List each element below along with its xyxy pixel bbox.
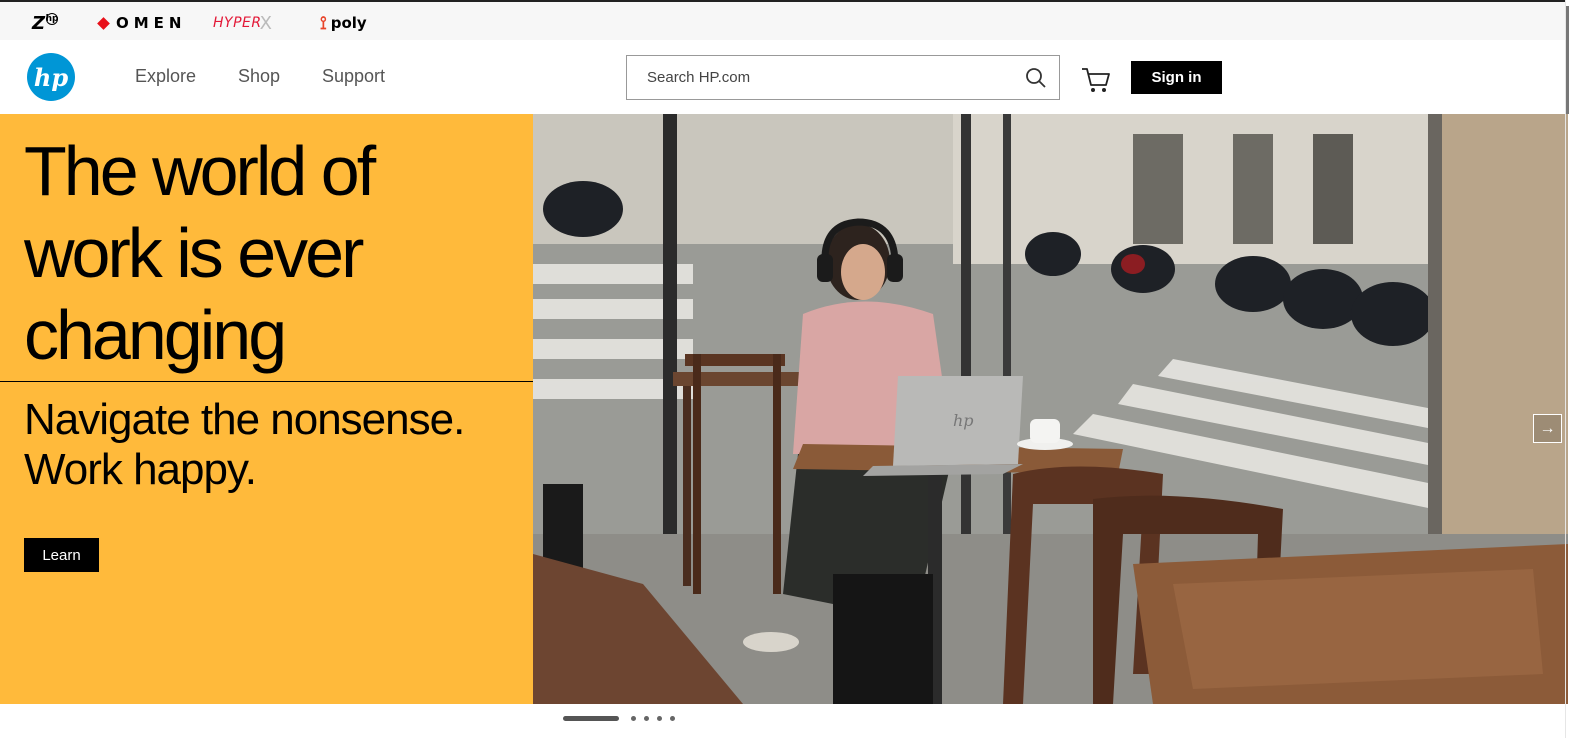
hero-subhead-line-2: Work happy.	[24, 445, 257, 494]
carousel-pagination	[563, 714, 675, 722]
cafe-scene-illustration: hp	[533, 114, 1568, 704]
hyperx-logo[interactable]: HYPER X	[213, 12, 272, 34]
nav-shop[interactable]: Shop	[238, 66, 280, 87]
z-logo-letter: Z	[32, 12, 46, 34]
hero-photo: hp	[533, 114, 1568, 704]
hero-divider	[0, 381, 533, 382]
svg-text:hp: hp	[953, 411, 974, 430]
omen-label: OMEN	[116, 14, 187, 32]
learn-button[interactable]: Learn	[24, 538, 99, 572]
nav-explore[interactable]: Explore	[135, 66, 196, 87]
carousel-dot-4[interactable]	[657, 715, 662, 721]
search-icon[interactable]	[1025, 67, 1047, 89]
hp-logo-text: hp	[33, 62, 69, 92]
nav-support[interactable]: Support	[322, 66, 385, 87]
omen-logo[interactable]: OMEN	[97, 12, 187, 34]
arrow-right-icon: →	[1539, 419, 1556, 437]
page-scrollbar-thumb[interactable]	[1566, 6, 1569, 114]
hp-logo[interactable]: hp	[27, 53, 75, 101]
brand-strip: Zhp OMEN HYPER X ⟟ poly	[0, 0, 1566, 40]
hyperx-label: HYPER	[213, 15, 262, 31]
site-header: hp Explore Shop Support Sign in	[0, 40, 1566, 114]
poly-mark-icon: ⟟	[320, 12, 327, 34]
omen-diamond-icon	[97, 16, 110, 30]
hyperx-x: X	[259, 12, 273, 34]
carousel-dot-5[interactable]	[670, 715, 675, 721]
carousel-dot-1[interactable]	[563, 715, 619, 721]
poly-logo[interactable]: ⟟ poly	[320, 12, 367, 34]
z-by-hp-logo[interactable]: Zhp	[32, 12, 59, 34]
z-logo-hp: hp	[45, 13, 59, 25]
poly-label: poly	[330, 14, 367, 32]
carousel-dot-2[interactable]	[631, 715, 636, 721]
sign-in-button[interactable]: Sign in	[1131, 61, 1222, 94]
carousel-dot-3[interactable]	[644, 715, 649, 721]
carousel-next-button[interactable]: →	[1533, 414, 1562, 443]
hero-text-panel: The world of work is ever changing Navig…	[0, 114, 533, 704]
search-input[interactable]	[627, 56, 1017, 99]
search-box	[626, 55, 1060, 100]
cart-icon[interactable]	[1081, 66, 1111, 94]
hero-subhead-line-1: Navigate the nonsense.	[24, 395, 465, 444]
hero-subhead: Navigate the nonsense. Work happy.	[24, 395, 524, 495]
hero-headline: The world of work is ever changing	[24, 132, 376, 374]
